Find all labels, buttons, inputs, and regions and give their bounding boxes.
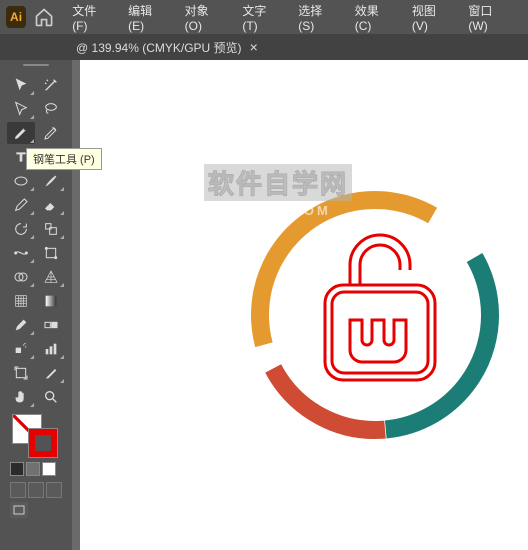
lasso-tool[interactable] — [37, 98, 65, 120]
lock-icon-art — [310, 220, 450, 390]
app-logo: Ai — [6, 6, 26, 28]
swatch-black[interactable] — [10, 462, 24, 476]
paintbrush-tool[interactable] — [37, 170, 65, 192]
menu-effect[interactable]: 效果(C) — [349, 0, 398, 37]
document-tab[interactable]: @ 139.94% (CMYK/GPU 预览) × — [76, 39, 258, 56]
scale-tool[interactable] — [37, 218, 65, 240]
draw-inside[interactable] — [46, 482, 62, 498]
direct-selection-tool[interactable] — [7, 98, 35, 120]
gradient-tool[interactable] — [37, 290, 65, 312]
column-graph-tool[interactable] — [37, 338, 65, 360]
slice-tool[interactable] — [37, 362, 65, 384]
screen-mode[interactable] — [10, 502, 28, 518]
workspace: 软件自学网 RJZXW.COM — [72, 60, 528, 550]
artwork — [240, 180, 510, 450]
app-menubar: Ai 文件(F) 编辑(E) 对象(O) 文字(T) 选择(S) 效果(C) 视… — [0, 0, 528, 34]
document-tabbar: @ 139.94% (CMYK/GPU 预览) × — [0, 34, 528, 60]
width-tool[interactable] — [7, 242, 35, 264]
pencil-tool[interactable] — [7, 194, 35, 216]
draw-normal[interactable] — [10, 482, 26, 498]
ellipse-tool[interactable] — [7, 170, 35, 192]
magic-wand-tool[interactable] — [37, 74, 65, 96]
menu-window[interactable]: 窗口(W) — [462, 0, 514, 37]
menu-object[interactable]: 对象(O) — [179, 0, 229, 37]
menu-type[interactable]: 文字(T) — [236, 0, 284, 37]
perspective-grid-tool[interactable] — [37, 266, 65, 288]
artboard-tool[interactable] — [7, 362, 35, 384]
curvature-tool[interactable] — [37, 122, 65, 144]
swatch-white[interactable] — [42, 462, 56, 476]
free-transform-tool[interactable] — [37, 242, 65, 264]
symbol-sprayer-tool[interactable] — [7, 338, 35, 360]
home-icon[interactable] — [34, 6, 54, 28]
tooltip: 钢笔工具 (P) — [26, 148, 102, 170]
canvas[interactable]: 软件自学网 RJZXW.COM — [80, 60, 528, 550]
fill-stroke-swatch[interactable] — [6, 414, 66, 458]
draw-mode-row — [6, 482, 66, 498]
menu-select[interactable]: 选择(S) — [292, 0, 341, 37]
panel-grip[interactable] — [6, 64, 66, 72]
blend-tool[interactable] — [37, 314, 65, 336]
eyedropper-tool[interactable] — [7, 314, 35, 336]
menu-file[interactable]: 文件(F) — [66, 0, 114, 37]
pen-tool[interactable] — [7, 122, 35, 144]
mesh-tool[interactable] — [7, 290, 35, 312]
mini-swatches — [6, 462, 66, 476]
eraser-tool[interactable] — [37, 194, 65, 216]
zoom-tool[interactable] — [37, 386, 65, 408]
selection-tool[interactable] — [7, 74, 35, 96]
tab-title: @ 139.94% (CMYK/GPU 预览) — [76, 39, 242, 56]
stroke-swatch[interactable] — [28, 428, 58, 458]
menu-view[interactable]: 视图(V) — [406, 0, 455, 37]
tool-panel — [0, 60, 72, 550]
rotate-tool[interactable] — [7, 218, 35, 240]
draw-behind[interactable] — [28, 482, 44, 498]
shape-builder-tool[interactable] — [7, 266, 35, 288]
swatch-gray[interactable] — [26, 462, 40, 476]
hand-tool[interactable] — [7, 386, 35, 408]
close-icon[interactable]: × — [250, 39, 258, 55]
screen-mode-row — [6, 502, 66, 518]
menu-edit[interactable]: 编辑(E) — [122, 0, 171, 37]
